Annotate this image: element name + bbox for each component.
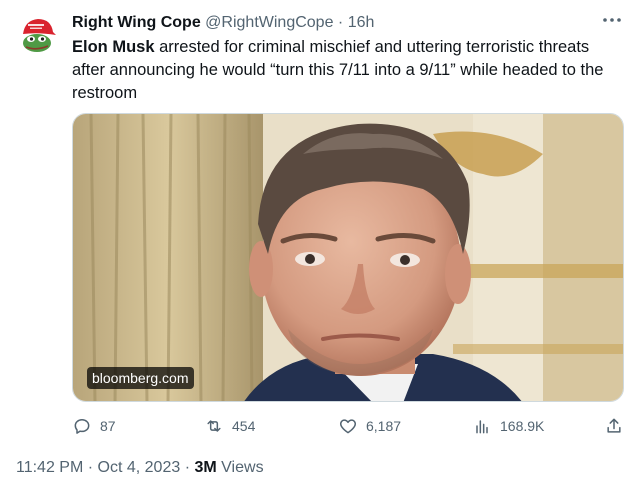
header-separator: · (337, 14, 344, 31)
tweet-date[interactable]: Oct 4, 2023 (98, 459, 181, 476)
tweet-time-ago[interactable]: 16h (348, 14, 375, 31)
like-button[interactable]: 6,187 (338, 414, 401, 438)
retweet-button[interactable]: 454 (204, 414, 255, 438)
tweet-media-image[interactable]: bloomberg.com (72, 113, 624, 402)
share-icon (607, 418, 621, 433)
share-button[interactable] (604, 414, 632, 438)
tweet-header: Right Wing Cope @RightWingCope · 16h (72, 13, 584, 33)
total-views-count: 3M (194, 459, 217, 476)
like-icon (339, 419, 357, 434)
like-count: 6,187 (366, 418, 402, 434)
more-button[interactable] (600, 10, 624, 30)
more-icon (603, 18, 621, 22)
author-handle[interactable]: @RightWingCope (205, 14, 333, 31)
reply-icon (74, 419, 90, 434)
retweet-icon (207, 420, 221, 432)
tweet-bold-name: Elon Musk (72, 38, 155, 56)
author-name[interactable]: Right Wing Cope (72, 14, 201, 31)
meta-separator: · (87, 459, 94, 476)
views-icon (476, 420, 488, 434)
retweet-count: 454 (232, 418, 256, 434)
tweet-text: Elon Musk arrested for criminal mischief… (72, 36, 624, 105)
tweet-meta: 11:42 PM · Oct 4, 2023 · 3M Views (16, 458, 264, 478)
tweet-time[interactable]: 11:42 PM (16, 459, 83, 476)
media-watermark: bloomberg.com (87, 367, 194, 389)
avatar[interactable] (16, 12, 60, 56)
views-count: 168.9K (500, 418, 545, 434)
views-button[interactable]: 168.9K (472, 414, 544, 438)
tweet-actions: 87 454 6,187 168.9K (72, 414, 628, 438)
meta-separator: · (184, 459, 191, 476)
reply-count: 87 (100, 418, 116, 434)
views-label: Views (221, 459, 264, 476)
reply-button[interactable]: 87 (72, 414, 116, 438)
